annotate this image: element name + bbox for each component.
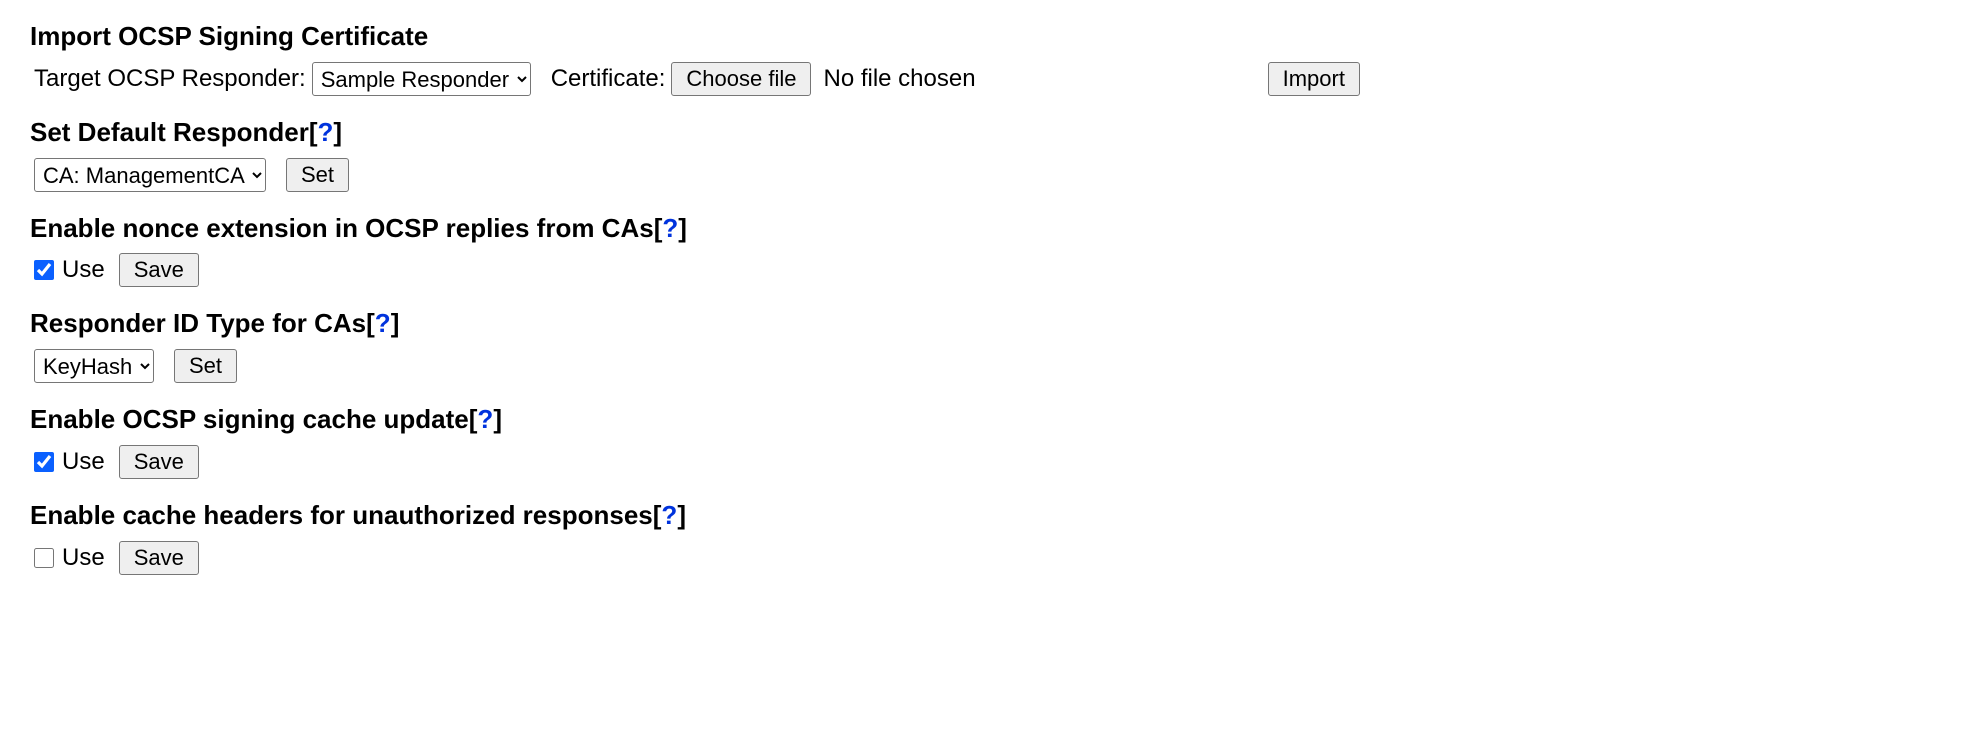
help-link-enable-cache-headers-unauth[interactable]: ? <box>661 500 677 530</box>
row-responder-id-type: KeyHash Set <box>30 349 1956 383</box>
choose-file-button[interactable]: Choose file <box>671 62 811 96</box>
checkbox-use-nonce-extension[interactable] <box>34 260 54 280</box>
label-use-nonce-extension: Use <box>62 256 105 284</box>
label-use-signing-cache: Use <box>62 448 105 476</box>
label-use-cache-headers-unauth: Use <box>62 544 105 572</box>
section-set-default-responder: Set Default Responder[?] CA: ManagementC… <box>30 116 1956 192</box>
heading-text-enable-nonce-extension: Enable nonce extension in OCSP replies f… <box>30 213 654 243</box>
heading-text-enable-signing-cache: Enable OCSP signing cache update <box>30 404 469 434</box>
save-signing-cache-button[interactable]: Save <box>119 445 199 479</box>
checkbox-use-cache-headers-unauth[interactable] <box>34 548 54 568</box>
heading-enable-nonce-extension: Enable nonce extension in OCSP replies f… <box>30 212 1956 246</box>
section-enable-signing-cache: Enable OCSP signing cache update[?] Use … <box>30 403 1956 479</box>
help-link-set-default-responder[interactable]: ? <box>318 117 334 147</box>
heading-enable-cache-headers-unauth: Enable cache headers for unauthorized re… <box>30 499 1956 533</box>
row-enable-cache-headers-unauth: Use Save <box>30 541 1956 575</box>
heading-text-enable-cache-headers-unauth: Enable cache headers for unauthorized re… <box>30 500 653 530</box>
row-enable-nonce-extension: Use Save <box>30 253 1956 287</box>
heading-enable-signing-cache: Enable OCSP signing cache update[?] <box>30 403 1956 437</box>
heading-text-responder-id-type: Responder ID Type for CAs <box>30 308 366 338</box>
heading-text-set-default-responder: Set Default Responder <box>30 117 309 147</box>
section-responder-id-type: Responder ID Type for CAs[?] KeyHash Set <box>30 307 1956 383</box>
section-enable-nonce-extension: Enable nonce extension in OCSP replies f… <box>30 212 1956 288</box>
heading-responder-id-type: Responder ID Type for CAs[?] <box>30 307 1956 341</box>
checkbox-use-signing-cache[interactable] <box>34 452 54 472</box>
label-target-ocsp-responder: Target OCSP Responder: <box>34 65 306 93</box>
select-target-ocsp-responder[interactable]: Sample Responder <box>312 62 531 96</box>
set-default-responder-button[interactable]: Set <box>286 158 349 192</box>
help-link-enable-signing-cache[interactable]: ? <box>477 404 493 434</box>
section-enable-cache-headers-unauth: Enable cache headers for unauthorized re… <box>30 499 1956 575</box>
select-responder-id-type[interactable]: KeyHash <box>34 349 154 383</box>
select-default-responder[interactable]: CA: ManagementCA <box>34 158 266 192</box>
save-cache-headers-unauth-button[interactable]: Save <box>119 541 199 575</box>
heading-set-default-responder: Set Default Responder[?] <box>30 116 1956 150</box>
row-enable-signing-cache: Use Save <box>30 445 1956 479</box>
heading-import-ocsp-cert: Import OCSP Signing Certificate <box>30 20 1956 54</box>
section-import-ocsp-cert: Import OCSP Signing Certificate Target O… <box>30 20 1956 96</box>
help-link-enable-nonce-extension[interactable]: ? <box>662 213 678 243</box>
help-link-responder-id-type[interactable]: ? <box>375 308 391 338</box>
import-button[interactable]: Import <box>1268 62 1360 96</box>
file-chosen-status: No file chosen <box>823 65 975 93</box>
label-certificate: Certificate: <box>551 65 666 93</box>
set-responder-id-type-button[interactable]: Set <box>174 349 237 383</box>
row-import-ocsp-cert: Target OCSP Responder: Sample Responder … <box>30 62 1956 96</box>
row-set-default-responder: CA: ManagementCA Set <box>30 158 1956 192</box>
save-nonce-extension-button[interactable]: Save <box>119 253 199 287</box>
